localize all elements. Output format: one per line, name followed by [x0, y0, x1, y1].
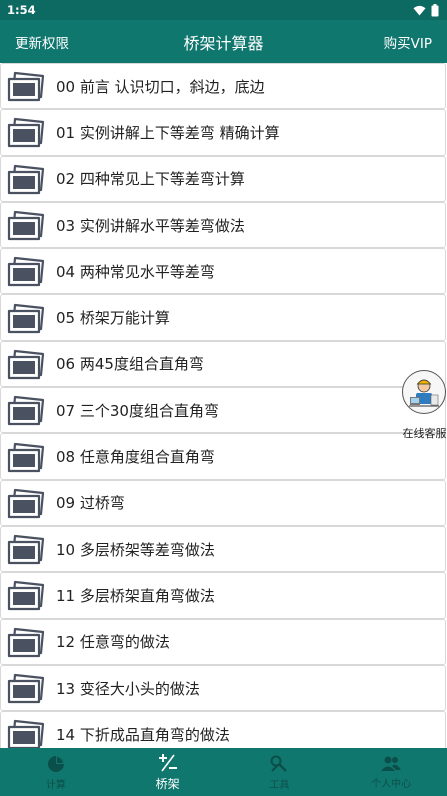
document-icon — [6, 302, 46, 334]
list-item-label: 06 两45度组合直角弯 — [56, 355, 204, 374]
app-bar: 更新权限 桥架计算器 购买VIP — [0, 20, 447, 63]
list-item[interactable]: 13 变径大小头的做法 — [0, 664, 446, 712]
online-service-button[interactable]: 在线客服 — [396, 370, 447, 448]
list-item-label: 04 两种常见水平等差弯 — [56, 262, 215, 281]
tab-tools-label: 工具 — [269, 779, 290, 791]
list-item[interactable]: 07 三个30度组合直角弯 — [0, 387, 446, 434]
list-item-label: 10 多层桥架等差弯做法 — [56, 540, 215, 559]
list-item[interactable]: 04 两种常见水平等差弯 — [0, 248, 446, 295]
document-icon — [6, 163, 46, 195]
list-item[interactable]: 03 实例讲解水平等差弯做法 — [0, 201, 446, 249]
list-item-label: 09 过桥弯 — [56, 494, 125, 513]
list-item-label: 00 前言 认识切口，斜边，底边 — [56, 77, 265, 96]
list-item[interactable]: 00 前言 认识切口，斜边，底边 — [0, 63, 446, 110]
document-icon — [6, 672, 46, 704]
list-item[interactable]: 05 桥架万能计算 — [0, 294, 446, 341]
list-item-label: 05 桥架万能计算 — [56, 309, 170, 328]
list-item[interactable]: 06 两45度组合直角弯 — [0, 340, 446, 388]
list-item-label: 02 四种常见上下等差弯计算 — [56, 170, 245, 189]
update-permission-button[interactable]: 更新权限 — [15, 32, 69, 52]
list-item-label: 08 任意角度组合直角弯 — [56, 448, 215, 467]
list-item-label: 14 下折成品直角弯的做法 — [56, 725, 230, 744]
wifi-icon — [413, 5, 426, 15]
online-service-label: 在线客服 — [402, 427, 447, 440]
lesson-list: 00 前言 认识切口，斜边，底边 01 实例讲解上下等差弯 精确计算 02 四种常见… — [0, 63, 447, 748]
status-bar: 1:54 — [0, 0, 447, 20]
document-icon — [6, 116, 46, 148]
list-item-label: 11 多层桥架直角弯做法 — [56, 586, 215, 605]
list-item-label: 01 实例讲解上下等差弯 精确计算 — [56, 123, 280, 142]
list-item[interactable]: 09 过桥弯 — [0, 479, 446, 526]
list-item[interactable]: 01 实例讲解上下等差弯 精确计算 — [0, 109, 446, 156]
tools-icon — [270, 755, 288, 772]
status-time: 1:54 — [7, 3, 36, 17]
bottom-nav: 计算 桥架 工具 个人中心 — [0, 748, 447, 796]
list-item-label: 07 三个30度组合直角弯 — [56, 401, 219, 420]
tab-profile-label: 个人中心 — [371, 778, 412, 790]
battery-icon — [431, 3, 439, 16]
document-icon — [6, 394, 46, 426]
document-icon — [6, 718, 46, 748]
list-item-label: 13 变径大小头的做法 — [56, 679, 200, 698]
tab-calculate-label: 计算 — [45, 779, 66, 791]
tab-bridge[interactable]: 桥架 — [112, 748, 224, 796]
list-item-label: 12 任意弯的做法 — [56, 633, 170, 652]
document-icon — [6, 579, 46, 611]
list-item[interactable]: 14 下折成品直角弯的做法 — [0, 711, 446, 748]
tab-tools[interactable]: 工具 — [224, 748, 336, 796]
buy-vip-button[interactable]: 购买VIP — [384, 32, 432, 52]
list-item[interactable]: 12 任意弯的做法 — [0, 618, 446, 665]
document-icon — [6, 348, 46, 380]
tab-profile[interactable]: 个人中心 — [335, 748, 447, 796]
list-item[interactable]: 08 任意角度组合直角弯 — [0, 433, 446, 480]
document-icon — [6, 70, 46, 102]
document-icon — [6, 626, 46, 658]
list-item[interactable]: 02 四种常见上下等差弯计算 — [0, 155, 446, 202]
plus-minus-icon — [158, 753, 177, 771]
list-item[interactable]: 10 多层桥架等差弯做法 — [0, 525, 446, 573]
pie-chart-icon — [47, 755, 64, 772]
document-icon — [6, 487, 46, 519]
service-avatar-icon — [401, 370, 446, 414]
list-item-label: 03 实例讲解水平等差弯做法 — [56, 216, 245, 235]
document-icon — [6, 255, 46, 287]
document-icon — [6, 209, 46, 241]
tab-calculate[interactable]: 计算 — [0, 748, 112, 796]
people-icon — [381, 756, 402, 771]
document-icon — [6, 441, 46, 473]
document-icon — [6, 533, 46, 565]
list-item[interactable]: 11 多层桥架直角弯做法 — [0, 572, 446, 619]
status-icons — [413, 3, 439, 17]
tab-bridge-label: 桥架 — [155, 776, 180, 791]
